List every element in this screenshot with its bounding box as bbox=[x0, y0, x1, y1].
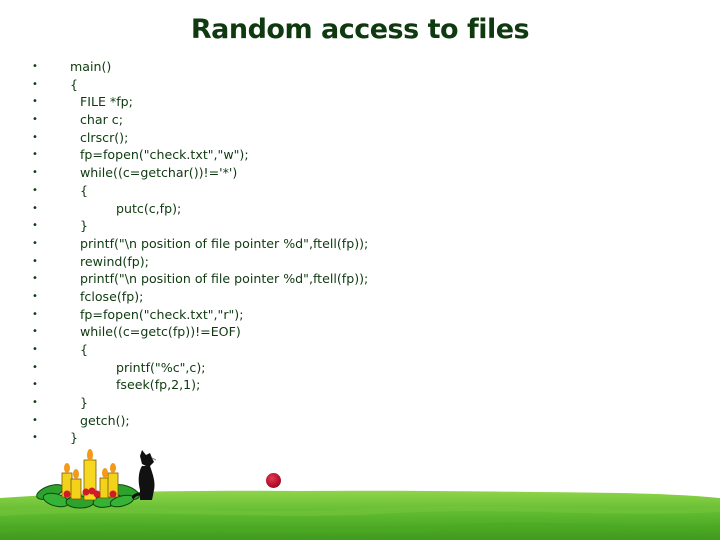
candle-wreath-image bbox=[34, 448, 142, 510]
code-text: while((c=getchar())!='*') bbox=[80, 165, 238, 181]
code-text: } bbox=[80, 218, 89, 234]
code-text: fp=fopen("check.txt","r"); bbox=[80, 306, 244, 322]
code-text: main() bbox=[70, 59, 112, 74]
bullet-icon: • bbox=[32, 220, 38, 232]
code-text: fseek(fp,2,1); bbox=[116, 377, 201, 393]
bullet-icon: • bbox=[32, 308, 38, 320]
slide-title: Random access to files bbox=[190, 14, 530, 45]
code-text: char c; bbox=[80, 112, 123, 128]
black-cat-image bbox=[130, 450, 164, 502]
bullet-icon: • bbox=[32, 432, 38, 444]
code-text: fp=fopen("check.txt","w"); bbox=[80, 147, 249, 163]
bullet-icon: • bbox=[32, 149, 38, 161]
code-text: FILE *fp; bbox=[80, 94, 133, 110]
code-text: } bbox=[80, 395, 89, 411]
bullet-icon: • bbox=[32, 290, 38, 302]
bullet-icon: • bbox=[32, 414, 38, 426]
code-text: putc(c,fp); bbox=[116, 200, 182, 216]
code-text: printf("%c",c); bbox=[116, 359, 206, 375]
bullet-icon: • bbox=[32, 255, 38, 267]
code-text: printf("\n position of file pointer %d",… bbox=[80, 235, 369, 251]
bullet-icon: • bbox=[32, 96, 38, 108]
code-text: { bbox=[70, 76, 79, 92]
bullet-icon: • bbox=[32, 237, 38, 249]
bullet-icon: • bbox=[32, 131, 38, 143]
code-text: while((c=getc(fp))!=EOF) bbox=[80, 324, 241, 340]
red-ball-image bbox=[266, 473, 281, 488]
bullet-icon: • bbox=[32, 114, 38, 126]
bullet-icon: • bbox=[32, 184, 38, 196]
code-text: { bbox=[80, 182, 89, 198]
bullet-icon: • bbox=[32, 326, 38, 338]
bullet-icon: • bbox=[32, 379, 38, 391]
code-text: printf("\n position of file pointer %d",… bbox=[80, 271, 369, 287]
bullet-icon: • bbox=[32, 78, 38, 90]
bullet-icon: • bbox=[32, 61, 38, 72]
code-text: getch(); bbox=[80, 412, 130, 428]
bullet-icon: • bbox=[32, 273, 38, 285]
bullet-icon: • bbox=[32, 202, 38, 214]
code-text: clrscr(); bbox=[80, 129, 129, 145]
code-text: { bbox=[80, 342, 89, 357]
code-text: } bbox=[70, 430, 79, 446]
bullet-icon: • bbox=[32, 361, 38, 373]
bullet-icon: • bbox=[32, 397, 38, 409]
code-text: fclose(fp); bbox=[80, 288, 144, 304]
bullet-icon: • bbox=[32, 167, 38, 179]
bullet-icon: • bbox=[32, 344, 38, 355]
code-text: rewind(fp); bbox=[80, 253, 149, 269]
